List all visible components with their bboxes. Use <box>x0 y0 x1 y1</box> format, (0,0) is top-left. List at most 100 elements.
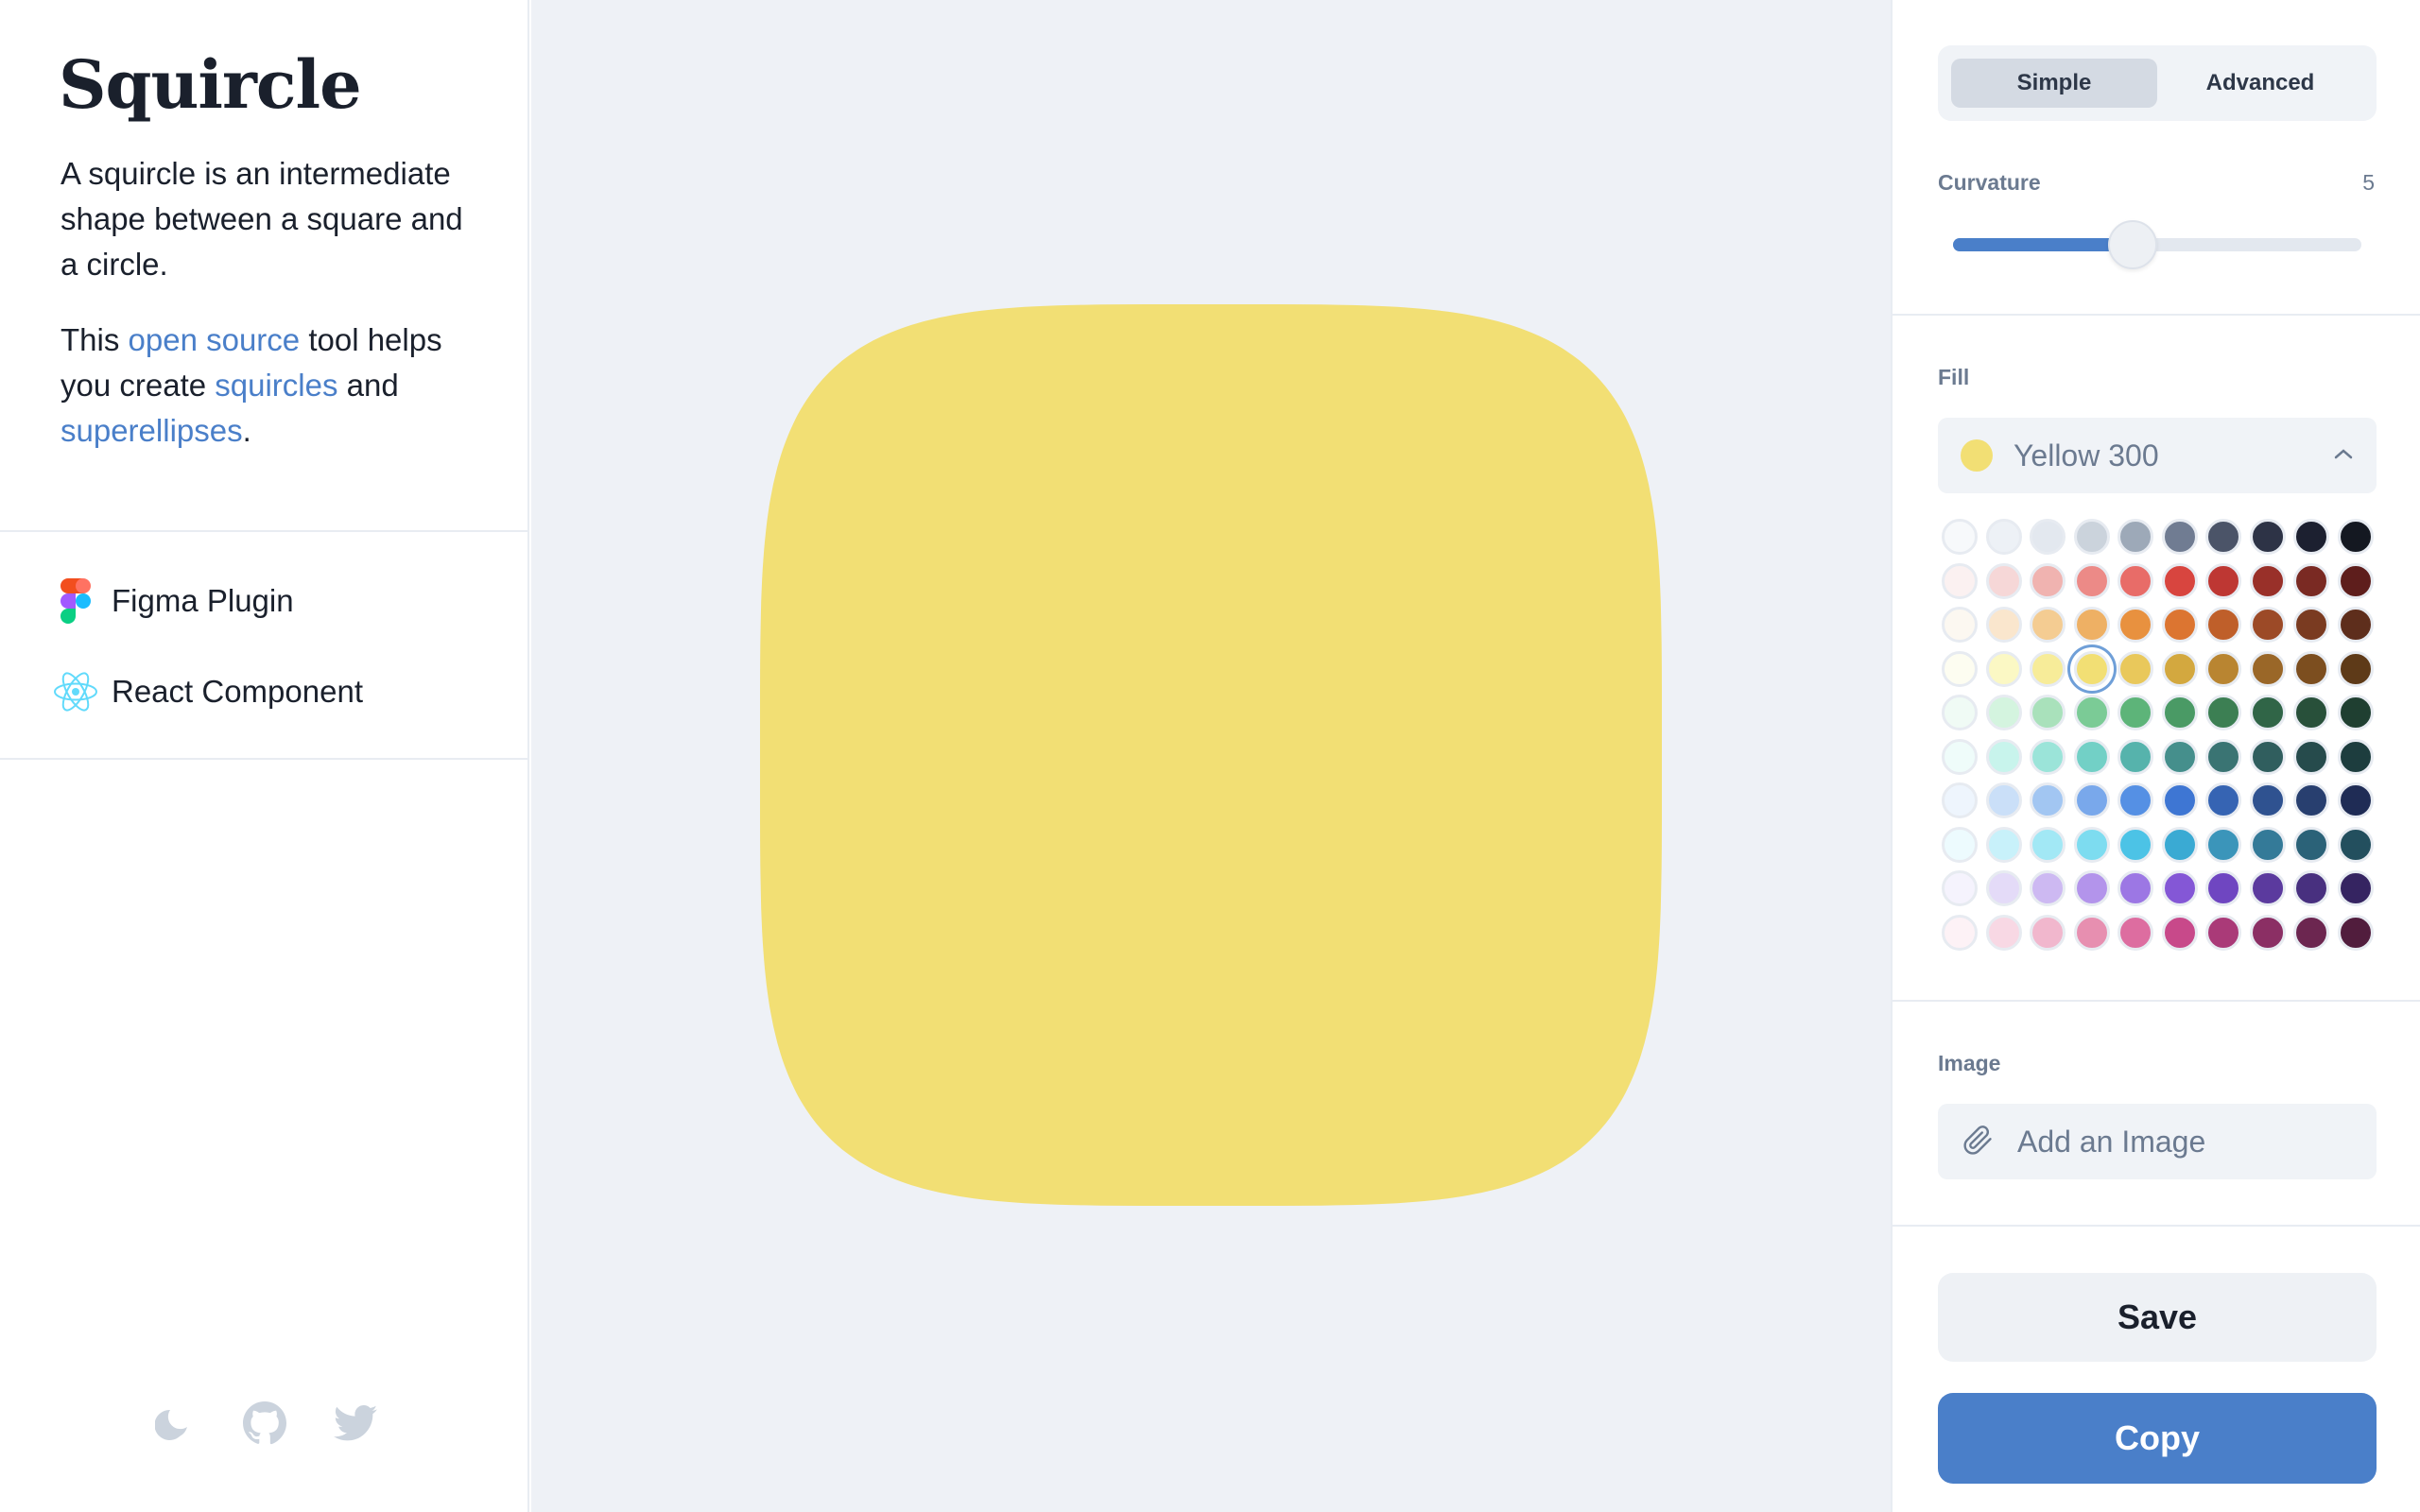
color-swatch[interactable] <box>2030 826 2066 863</box>
moon-icon[interactable] <box>151 1400 197 1446</box>
curvature-slider[interactable] <box>1953 220 2361 269</box>
color-swatch[interactable] <box>2118 914 2154 951</box>
color-swatch[interactable] <box>1985 519 2022 556</box>
color-swatch[interactable] <box>2161 695 2198 731</box>
color-swatch[interactable] <box>2293 562 2330 599</box>
color-swatch[interactable] <box>2161 782 2198 819</box>
color-swatch[interactable] <box>2249 870 2286 907</box>
color-swatch[interactable] <box>2073 562 2110 599</box>
color-swatch[interactable] <box>2073 738 2110 775</box>
color-swatch[interactable] <box>2073 650 2110 687</box>
color-swatch[interactable] <box>2337 914 2374 951</box>
color-swatch[interactable] <box>2249 826 2286 863</box>
superellipses-link[interactable]: superellipses <box>60 413 243 448</box>
color-swatch[interactable] <box>1942 738 1979 775</box>
color-swatch[interactable] <box>2161 914 2198 951</box>
color-swatch[interactable] <box>2161 738 2198 775</box>
color-swatch[interactable] <box>2118 738 2154 775</box>
color-swatch[interactable] <box>1985 607 2022 644</box>
color-swatch[interactable] <box>2337 870 2374 907</box>
color-swatch[interactable] <box>2205 826 2242 863</box>
color-swatch[interactable] <box>2161 519 2198 556</box>
color-swatch[interactable] <box>2293 519 2330 556</box>
color-swatch[interactable] <box>2337 562 2374 599</box>
color-swatch[interactable] <box>2073 782 2110 819</box>
color-swatch[interactable] <box>2293 695 2330 731</box>
color-swatch[interactable] <box>2073 695 2110 731</box>
color-swatch[interactable] <box>2293 738 2330 775</box>
color-swatch[interactable] <box>2205 562 2242 599</box>
color-swatch[interactable] <box>2118 607 2154 644</box>
curvature-slider-thumb[interactable] <box>2108 220 2158 269</box>
color-swatch[interactable] <box>2030 914 2066 951</box>
open-source-link[interactable]: open source <box>129 322 301 357</box>
color-swatch[interactable] <box>2161 826 2198 863</box>
color-swatch[interactable] <box>2293 914 2330 951</box>
color-swatch[interactable] <box>2205 782 2242 819</box>
squircles-link[interactable]: squircles <box>215 368 337 403</box>
color-swatch[interactable] <box>1942 695 1979 731</box>
color-swatch[interactable] <box>1942 914 1979 951</box>
github-icon[interactable] <box>242 1400 287 1446</box>
color-swatch[interactable] <box>2205 650 2242 687</box>
save-button[interactable]: Save <box>1938 1273 2377 1362</box>
color-swatch[interactable] <box>2337 738 2374 775</box>
color-swatch[interactable] <box>2118 519 2154 556</box>
color-swatch[interactable] <box>1985 870 2022 907</box>
color-swatch[interactable] <box>2073 607 2110 644</box>
color-swatch[interactable] <box>2249 562 2286 599</box>
fill-color-select[interactable]: Yellow 300 <box>1938 418 2377 493</box>
color-swatch[interactable] <box>2161 562 2198 599</box>
color-swatch[interactable] <box>1985 826 2022 863</box>
color-swatch[interactable] <box>1985 738 2022 775</box>
color-swatch[interactable] <box>2073 826 2110 863</box>
color-swatch[interactable] <box>1942 562 1979 599</box>
color-swatch[interactable] <box>2337 519 2374 556</box>
color-swatch[interactable] <box>1985 695 2022 731</box>
color-swatch[interactable] <box>2030 519 2066 556</box>
color-swatch[interactable] <box>2161 650 2198 687</box>
color-swatch[interactable] <box>2073 914 2110 951</box>
color-swatch[interactable] <box>2030 738 2066 775</box>
color-swatch[interactable] <box>1942 826 1979 863</box>
color-swatch[interactable] <box>1985 782 2022 819</box>
color-swatch[interactable] <box>2030 870 2066 907</box>
color-swatch[interactable] <box>1942 650 1979 687</box>
color-swatch[interactable] <box>2337 650 2374 687</box>
color-swatch[interactable] <box>2337 607 2374 644</box>
color-swatch[interactable] <box>2030 695 2066 731</box>
color-swatch[interactable] <box>2249 914 2286 951</box>
color-swatch[interactable] <box>2337 695 2374 731</box>
color-swatch[interactable] <box>2073 519 2110 556</box>
mode-simple-tab[interactable]: Simple <box>1951 59 2157 108</box>
color-swatch[interactable] <box>2337 782 2374 819</box>
color-swatch[interactable] <box>2118 826 2154 863</box>
color-swatch[interactable] <box>2205 607 2242 644</box>
color-swatch[interactable] <box>1985 914 2022 951</box>
color-swatch[interactable] <box>2030 782 2066 819</box>
color-swatch[interactable] <box>2249 738 2286 775</box>
color-swatch[interactable] <box>2205 738 2242 775</box>
color-swatch[interactable] <box>1942 519 1979 556</box>
color-swatch[interactable] <box>1942 782 1979 819</box>
color-swatch[interactable] <box>2249 519 2286 556</box>
color-swatch[interactable] <box>2118 695 2154 731</box>
color-swatch[interactable] <box>2205 695 2242 731</box>
color-swatch[interactable] <box>2249 650 2286 687</box>
color-swatch[interactable] <box>1985 650 2022 687</box>
color-swatch[interactable] <box>2161 607 2198 644</box>
color-swatch[interactable] <box>1985 562 2022 599</box>
mode-advanced-tab[interactable]: Advanced <box>2157 59 2363 108</box>
color-swatch[interactable] <box>2205 870 2242 907</box>
color-swatch[interactable] <box>2293 826 2330 863</box>
color-swatch[interactable] <box>2118 782 2154 819</box>
color-swatch[interactable] <box>2118 562 2154 599</box>
color-swatch[interactable] <box>2161 870 2198 907</box>
color-swatch[interactable] <box>2293 607 2330 644</box>
color-swatch[interactable] <box>2293 870 2330 907</box>
color-swatch[interactable] <box>2205 914 2242 951</box>
react-component-link[interactable]: React Component <box>53 669 363 714</box>
copy-button[interactable]: Copy <box>1938 1393 2377 1484</box>
color-swatch[interactable] <box>2205 519 2242 556</box>
color-swatch[interactable] <box>2293 782 2330 819</box>
